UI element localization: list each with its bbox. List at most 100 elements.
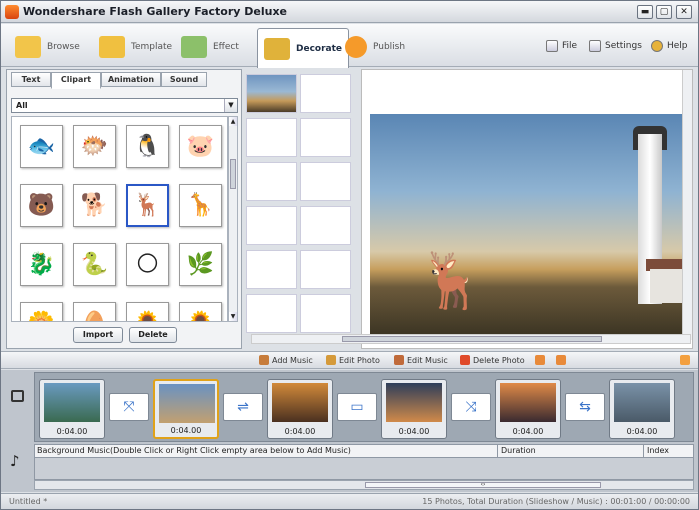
template-label: Template [131,42,173,52]
transition-icon[interactable]: ⤨ [451,393,491,421]
preview-vertical-scrollbar[interactable] [682,70,692,340]
photo-thumbnail [272,383,328,422]
thumbnail-cell[interactable] [300,74,351,113]
transition-icon[interactable]: ⇌ [223,393,263,421]
seahorse-clipart[interactable]: 🐉 [20,243,63,286]
thumbnail-cell[interactable] [246,250,297,289]
thumbnail-cell[interactable] [300,206,351,245]
scroll-down-icon[interactable]: ▼ [229,312,237,321]
snake-clipart[interactable]: 🐍 [73,243,116,286]
penguin-clipart[interactable]: 🐧 [126,125,169,168]
main-toolbar: Browse Template Effect Decorate Publish … [1,24,698,68]
black-bear-clipart[interactable]: 🐻 [20,184,63,227]
minimize-button[interactable]: ▬ [637,5,653,19]
edit-toolbar: Add Music Edit Photo Edit Music Delete P… [1,351,698,369]
file-icon [546,40,558,52]
moon-clipart-icon: 🌕 [136,251,159,277]
pig-clipart[interactable]: 🐷 [179,125,222,168]
preview-horizontal-scrollbar[interactable] [251,334,691,344]
scroll-up-icon[interactable]: ▲ [229,117,237,126]
storyboard-photo[interactable]: 0:04.00 [153,379,219,439]
thumbnail-cell[interactable] [246,206,297,245]
add-music-button[interactable]: Add Music [259,355,313,365]
sketch-fish-clipart[interactable]: 🐡 [73,125,116,168]
clipart-category-select[interactable]: All ▼ [11,98,238,113]
clipart-scrollbar[interactable]: ▲ ▼ [228,116,238,322]
edit-music-button[interactable]: Edit Music [394,355,448,365]
storyboard-photo[interactable]: 0:04.00 [267,379,333,439]
sunflower-clipart[interactable]: 🌻 [179,302,222,321]
thumbnail-cell[interactable] [300,162,351,201]
rotate-right-button[interactable] [556,355,566,365]
add-music-icon [259,355,269,365]
storyboard-photo[interactable]: 0:04.00 [609,379,675,439]
status-bar: Untitled * 15 Photos, Total Duration (Sl… [1,493,698,509]
scroll-thumb[interactable] [230,159,236,189]
music-track-area[interactable] [34,458,694,480]
template-mode-button[interactable]: Template [99,29,172,65]
add-music-label: Add Music [272,355,313,365]
decorate-mode-button[interactable]: Decorate [257,28,350,68]
flower-clipart[interactable]: 🌻 [126,302,169,321]
thumbnail-cell[interactable] [246,118,297,157]
edit-music-label: Edit Music [407,355,448,365]
decorate-label: Decorate [296,43,343,54]
tab-text[interactable]: Text [11,72,51,87]
transition-icon[interactable]: ▭ [337,393,377,421]
close-button[interactable]: ✕ [676,5,692,19]
rotate-left-button[interactable] [535,355,545,365]
music-column-label: Background Music(Double Click or Right C… [37,446,351,455]
photo-duration: 0:04.00 [398,427,430,436]
storyboard-photo[interactable]: 0:04.00 [381,379,447,439]
sunflower-clipart-icon: 🌻 [187,312,214,321]
browse-mode-button[interactable]: Browse [15,29,80,65]
sketch-fish-clipart-icon: 🐡 [80,133,109,159]
flowers-clipart[interactable]: 🌼 [20,302,63,321]
thumbnail-cell[interactable] [246,74,297,113]
timeline-scrollbar[interactable]: ‹› [34,480,694,490]
photo-duration: 0:04.00 [56,427,88,436]
thumbnail-cell[interactable] [300,118,351,157]
edit-music-icon [394,355,404,365]
thumbnail-cell[interactable] [300,250,351,289]
delete-button[interactable]: Delete [129,327,177,343]
transition-icon[interactable]: ⤧ [109,393,149,421]
reindeer-clipart[interactable]: 🦌 [126,184,169,227]
giraffe-clipart[interactable]: 🦒 [179,184,222,227]
import-button[interactable]: Import [73,327,123,343]
leaves-clipart[interactable]: 🌿 [179,243,222,286]
timeline-scroll-thumb[interactable]: ‹› [365,482,601,488]
egg-clipart[interactable]: 🥚 [73,302,116,321]
chevron-down-icon[interactable]: ▼ [224,99,237,112]
thumbnail-cell[interactable] [300,294,351,333]
photo-storyboard: 0:04.00 ⤧ 0:04.00 ⇌ 0:04.00 ▭ 0:04.00 ⤨ 0:04.00 ⇆… [34,372,694,442]
decorate-icon [264,37,290,60]
giraffe-clipart-icon: 🦒 [186,192,215,218]
thumbnail-cell[interactable] [246,294,297,333]
storyboard-photo[interactable]: 0:04.00 [39,379,105,439]
reindeer-decoration[interactable]: 🦌 [418,249,485,313]
black-fish-clipart[interactable]: 🐟 [20,125,63,168]
storyboard-photo[interactable]: 0:04.00 [495,379,561,439]
maximize-button[interactable]: ▢ [656,5,672,19]
file-menu[interactable]: File [546,40,577,52]
publish-mode-button[interactable]: Publish [345,29,405,65]
thumbnail-cell[interactable] [246,162,297,201]
expand-button[interactable] [680,355,690,365]
tab-animation[interactable]: Animation [101,72,161,87]
help-menu[interactable]: Help [651,40,688,52]
delete-photo-button[interactable]: Delete Photo [460,355,525,365]
tab-sound[interactable]: Sound [161,72,207,87]
transition-icon[interactable]: ⇆ [565,393,605,421]
dog-clipart[interactable]: 🐕 [73,184,116,227]
black-bear-clipart-icon: 🐻 [27,192,56,218]
egg-clipart-icon: 🥚 [81,312,108,321]
rotate-right-icon [556,355,566,365]
clipart-category-value: All [16,101,28,110]
edit-photo-button[interactable]: Edit Photo [326,355,380,365]
preview-scroll-thumb[interactable] [342,336,602,342]
effect-mode-button[interactable]: Effect [181,29,239,65]
moon-clipart[interactable]: 🌕 [126,243,169,286]
settings-menu[interactable]: Settings [589,40,642,52]
tab-clipart[interactable]: Clipart [51,72,101,89]
